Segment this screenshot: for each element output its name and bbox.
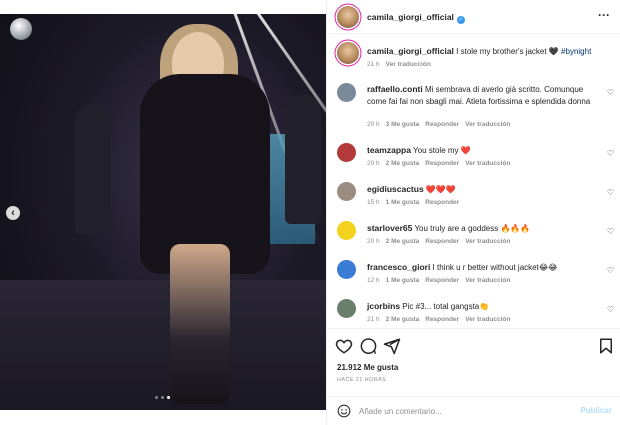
comment-time[interactable]: 20 h	[367, 238, 380, 245]
commenter-avatar[interactable]	[337, 83, 356, 102]
previous-image-icon[interactable]: ‹	[6, 206, 20, 220]
photo-floor	[0, 280, 326, 410]
comment-reply-button[interactable]: Responder	[425, 199, 459, 206]
commenter-username[interactable]: jcorbins	[367, 301, 400, 311]
caption-translate-link[interactable]: Ver traducción	[386, 61, 431, 68]
post-side-panel: camila_giorgi_official ✓ ··· camila_giorg…	[326, 0, 620, 425]
comment-body: Pic #3... total gangsta👏	[402, 302, 490, 311]
post-caption: camila_giorgi_official I stole my brothe…	[327, 40, 620, 76]
comment-time[interactable]: 21 h	[367, 316, 380, 323]
publish-button[interactable]: Publicar	[580, 406, 612, 415]
comment-body: You stole my ❤️	[413, 146, 471, 155]
comment-meta: 20 h 2 Me gusta Responder Ver traducción	[367, 238, 510, 245]
comment-text: egidiuscactus ❤️❤️❤️	[367, 184, 595, 196]
author-username[interactable]: camila_giorgi_official	[367, 12, 454, 22]
add-comment-input[interactable]	[359, 403, 569, 419]
comment-time[interactable]: 12 h	[367, 277, 380, 284]
commenter-username[interactable]: raffaello.conti	[367, 84, 423, 94]
comment-body: ❤️❤️❤️	[425, 185, 456, 194]
carousel-dot	[155, 396, 158, 399]
carousel-dots	[155, 396, 170, 399]
comment-reply-button[interactable]: Responder	[425, 316, 459, 323]
caption-username[interactable]: camila_giorgi_official	[367, 46, 454, 56]
comment-translate-link[interactable]: Ver traducción	[465, 316, 510, 323]
author-avatar[interactable]	[337, 6, 359, 28]
like-comment-heart-icon[interactable]: ♡	[607, 88, 614, 97]
like-comment-heart-icon[interactable]: ♡	[607, 266, 614, 275]
post-timestamp: HACE 21 HORAS	[337, 377, 387, 383]
comment-likes[interactable]: 1 Me gusta	[386, 199, 420, 206]
comment-reply-button[interactable]: Responder	[425, 121, 459, 128]
commenter-username[interactable]: francesco_giori	[367, 262, 430, 272]
likes-count[interactable]: 21.912 Me gusta	[337, 363, 398, 372]
like-comment-heart-icon[interactable]: ♡	[607, 149, 614, 158]
comment-translate-link[interactable]: Ver traducción	[465, 238, 510, 245]
emoji-icon[interactable]	[337, 404, 351, 418]
caption-text: camila_giorgi_official I stole my brothe…	[367, 46, 615, 57]
caption-meta: 21 h Ver traducción	[367, 61, 431, 68]
caption-emoji: 🖤	[548, 47, 559, 56]
comment-body: You truly are a goddess 🔥🔥🔥	[414, 224, 531, 233]
comment-text: francesco_giori I think u r better witho…	[367, 262, 595, 274]
disco-ball	[10, 18, 32, 40]
caption-time[interactable]: 21 h	[367, 61, 380, 68]
comment-time[interactable]: 20 h	[367, 121, 380, 128]
caption-body: I stole my brother's jacket	[456, 47, 547, 56]
more-options-icon[interactable]: ···	[598, 8, 610, 22]
add-comment-bar: Publicar	[327, 396, 620, 425]
commenter-avatar[interactable]	[337, 260, 356, 279]
comment-translate-link[interactable]: Ver traducción	[465, 277, 510, 284]
post-header: camila_giorgi_official ✓ ···	[327, 0, 620, 34]
comment-likes[interactable]: 1 Me gusta	[386, 277, 420, 284]
comment-meta: 12 h 1 Me gusta Responder Ver traducción	[367, 277, 510, 284]
comment-time[interactable]: 15 h	[367, 199, 380, 206]
photo-subject-legs	[170, 244, 230, 404]
comment-meta: 21 h 2 Me gusta Responder Ver traducción	[367, 316, 510, 323]
comment-meta: 15 h 1 Me gusta Responder	[367, 199, 459, 206]
comment-likes[interactable]: 2 Me gusta	[386, 316, 420, 323]
comment-likes[interactable]: 2 Me gusta	[386, 160, 420, 167]
post-media-panel: ‹	[0, 0, 326, 425]
caption-avatar[interactable]	[337, 42, 359, 64]
commenter-avatar[interactable]	[337, 221, 356, 240]
post-actions: 21.912 Me gusta HACE 21 HORAS	[327, 328, 620, 398]
carousel-dot	[161, 396, 164, 399]
verified-badge-icon: ✓	[456, 16, 465, 24]
commenter-avatar[interactable]	[337, 143, 356, 162]
comment-reply-button[interactable]: Responder	[425, 160, 459, 167]
save-bookmark-icon[interactable]	[597, 337, 615, 355]
comment-text: teamzappa You stole my ❤️	[367, 145, 595, 157]
caption-hashtag[interactable]: #bynight	[561, 47, 591, 56]
comment-translate-link[interactable]: Ver traducción	[465, 160, 510, 167]
comment-text: jcorbins Pic #3... total gangsta👏	[367, 301, 595, 313]
like-comment-heart-icon[interactable]: ♡	[607, 305, 614, 314]
like-comment-heart-icon[interactable]: ♡	[607, 188, 614, 197]
like-comment-heart-icon[interactable]: ♡	[607, 227, 614, 236]
comment-text: raffaello.conti Mi sembrava di averlo gi…	[367, 84, 595, 107]
comment-likes[interactable]: 2 Me gusta	[386, 238, 420, 245]
comment-meta: 20 h 2 Me gusta Responder Ver traducción	[367, 160, 510, 167]
comment-time[interactable]: 20 h	[367, 160, 380, 167]
commenter-avatar[interactable]	[337, 299, 356, 318]
commenter-username[interactable]: starlover65	[367, 223, 412, 233]
share-send-icon[interactable]	[383, 337, 401, 355]
commenter-username[interactable]: egidiuscactus	[367, 184, 424, 194]
like-heart-icon[interactable]	[335, 337, 353, 355]
comment-reply-button[interactable]: Responder	[425, 277, 459, 284]
comment-likes[interactable]: 3 Me gusta	[386, 121, 420, 128]
photo-bystander	[285, 94, 321, 224]
comment-meta: 20 h 3 Me gusta Responder Ver traducción	[367, 121, 510, 128]
comment-body: I think u r better without jacket😂😂	[432, 263, 558, 272]
photo-bystander	[75, 104, 111, 234]
comment-translate-link[interactable]: Ver traducción	[465, 121, 510, 128]
commenter-username[interactable]: teamzappa	[367, 145, 411, 155]
comment-text: starlover65 You truly are a goddess 🔥🔥🔥	[367, 223, 595, 235]
commenter-avatar[interactable]	[337, 182, 356, 201]
post-photo[interactable]	[0, 14, 326, 410]
comment-bubble-icon[interactable]	[359, 337, 377, 355]
comment-reply-button[interactable]: Responder	[425, 238, 459, 245]
carousel-dot-active	[167, 396, 170, 399]
author-username-line: camila_giorgi_official ✓	[367, 12, 465, 24]
